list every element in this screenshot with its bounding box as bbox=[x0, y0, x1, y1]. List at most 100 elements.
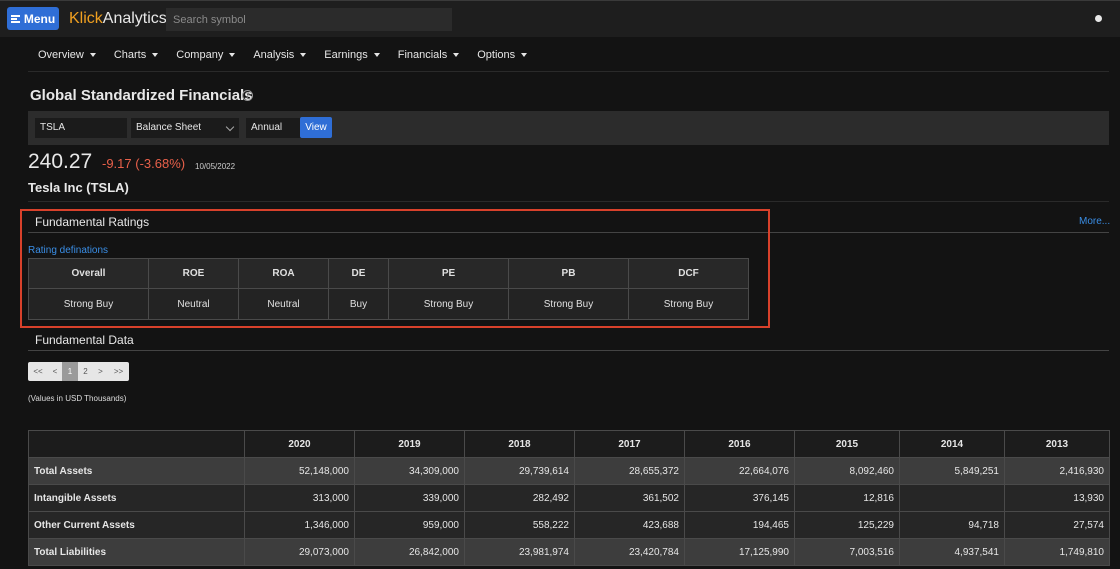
table-cell: 361,502 bbox=[574, 484, 685, 512]
row-label: Intangible Assets bbox=[28, 484, 245, 512]
table-cell: 17,125,990 bbox=[684, 538, 795, 566]
price-change: -9.17 (-3.68%) bbox=[102, 156, 186, 171]
table-cell: 4,937,541 bbox=[899, 538, 1005, 566]
page-prev-button[interactable]: < bbox=[48, 362, 62, 381]
table-cell: 2,416,930 bbox=[1004, 457, 1110, 485]
caret-down-icon bbox=[89, 53, 96, 57]
table-cell: 26,842,000 bbox=[354, 538, 465, 566]
table-cell: 13,930 bbox=[1004, 484, 1110, 512]
row-label: Other Current Assets bbox=[28, 511, 245, 539]
table-cell: 5,849,251 bbox=[899, 457, 1005, 485]
nav-label: Company bbox=[176, 49, 224, 61]
page-first-button[interactable]: << bbox=[28, 362, 48, 381]
row-label: Total Assets bbox=[28, 457, 245, 485]
nav-company[interactable]: Company bbox=[176, 49, 236, 61]
caret-down-icon bbox=[453, 53, 460, 57]
period-select-value: Annual bbox=[251, 122, 283, 133]
nav-label: Overview bbox=[38, 49, 84, 61]
brand-part-2: Analytics bbox=[102, 10, 167, 27]
table-cell: 1,749,810 bbox=[1004, 538, 1110, 566]
nav-label: Earnings bbox=[324, 49, 368, 61]
table-header-cell: 2014 bbox=[899, 430, 1005, 458]
page-1-button[interactable]: 1 bbox=[62, 362, 78, 381]
view-button[interactable]: View bbox=[300, 117, 332, 138]
nav-options[interactable]: Options bbox=[477, 49, 528, 61]
nav-label: Options bbox=[477, 49, 516, 61]
table-header-cell bbox=[28, 430, 245, 458]
brand-logo[interactable]: KlickAnalytics bbox=[69, 10, 167, 28]
statement-select[interactable]: Balance Sheet bbox=[131, 118, 239, 138]
row-label: Total Liabilities bbox=[28, 538, 245, 566]
table-header-cell: 2015 bbox=[794, 430, 900, 458]
table-cell bbox=[899, 484, 1005, 512]
table-cell: 94,718 bbox=[899, 511, 1005, 539]
table-cell: 7,003,516 bbox=[794, 538, 900, 566]
table-header-row: 2020 2019 2018 2017 2016 2015 2014 2013 bbox=[28, 430, 1110, 458]
units-note: (Values in USD Thousands) bbox=[28, 394, 127, 403]
table-header-cell: 2018 bbox=[464, 430, 575, 458]
pagination: << < 1 2 > >> bbox=[28, 362, 129, 381]
user-dot-icon[interactable] bbox=[1095, 15, 1102, 22]
help-icon[interactable]: ? bbox=[242, 90, 253, 101]
caret-down-icon bbox=[152, 53, 159, 57]
table-cell: 423,688 bbox=[574, 511, 685, 539]
nav-financials[interactable]: Financials bbox=[398, 49, 460, 61]
nav-charts[interactable]: Charts bbox=[113, 49, 159, 61]
symbol-input[interactable]: TSLA bbox=[35, 118, 127, 138]
menu-button-label: Menu bbox=[23, 11, 56, 26]
stock-price: 240.27 bbox=[28, 150, 93, 173]
table-cell: 558,222 bbox=[464, 511, 575, 539]
table-cell: 1,346,000 bbox=[244, 511, 355, 539]
more-link[interactable]: More... bbox=[1079, 216, 1110, 227]
nav-label: Analysis bbox=[253, 49, 295, 61]
highlight-box bbox=[20, 209, 770, 328]
fundamental-data-table: 2020 2019 2018 2017 2016 2015 2014 2013 … bbox=[28, 430, 1110, 566]
top-bar: Menu KlickAnalytics bbox=[0, 0, 1120, 37]
divider bbox=[28, 350, 1109, 351]
table-row: Total Assets 52,148,000 34,309,000 29,73… bbox=[28, 457, 1110, 485]
table-cell: 23,981,974 bbox=[464, 538, 575, 566]
brand-part-1: Klick bbox=[69, 10, 103, 27]
table-cell: 34,309,000 bbox=[354, 457, 465, 485]
table-row: Other Current Assets 1,346,000 959,000 5… bbox=[28, 511, 1110, 539]
table-cell: 52,148,000 bbox=[244, 457, 355, 485]
chevron-down-icon bbox=[225, 122, 235, 132]
table-cell: 194,465 bbox=[684, 511, 795, 539]
hamburger-icon bbox=[10, 14, 20, 23]
caret-down-icon bbox=[521, 53, 528, 57]
table-cell: 125,229 bbox=[794, 511, 900, 539]
caret-down-icon bbox=[373, 53, 380, 57]
nav-earnings[interactable]: Earnings bbox=[324, 49, 380, 61]
nav-overview[interactable]: Overview bbox=[38, 49, 96, 61]
filter-bar: TSLA Balance Sheet Annual View bbox=[28, 111, 1109, 145]
divider bbox=[28, 201, 1109, 202]
table-header-cell: 2020 bbox=[244, 430, 355, 458]
page-next-button[interactable]: > bbox=[93, 362, 108, 381]
table-cell: 282,492 bbox=[464, 484, 575, 512]
table-cell: 959,000 bbox=[354, 511, 465, 539]
nav-label: Charts bbox=[113, 49, 147, 61]
table-cell: 313,000 bbox=[244, 484, 355, 512]
page-2-button[interactable]: 2 bbox=[78, 362, 93, 381]
caret-down-icon bbox=[300, 53, 307, 57]
table-cell: 28,655,372 bbox=[574, 457, 685, 485]
page-last-button[interactable]: >> bbox=[108, 362, 129, 381]
nav-analysis[interactable]: Analysis bbox=[253, 49, 307, 61]
table-cell: 12,816 bbox=[794, 484, 900, 512]
table-header-cell: 2017 bbox=[574, 430, 685, 458]
menu-button[interactable]: Menu bbox=[7, 7, 59, 30]
divider bbox=[28, 71, 1109, 72]
nav-label: Financials bbox=[397, 49, 448, 61]
table-cell: 8,092,460 bbox=[794, 457, 900, 485]
table-cell: 29,073,000 bbox=[244, 538, 355, 566]
table-cell: 29,739,614 bbox=[464, 457, 575, 485]
quote-date: 10/05/2022 bbox=[195, 162, 236, 171]
table-header-cell: 2013 bbox=[1004, 430, 1110, 458]
search-input[interactable] bbox=[166, 8, 452, 31]
table-row: Total Liabilities 29,073,000 26,842,000 … bbox=[28, 538, 1110, 566]
company-name: Tesla Inc (TSLA) bbox=[28, 180, 129, 195]
table-cell: 22,664,076 bbox=[684, 457, 795, 485]
main-nav: Overview Charts Company Analysis Earning… bbox=[38, 49, 545, 61]
table-cell: 376,145 bbox=[684, 484, 795, 512]
page-title: Global Standardized Financials bbox=[30, 87, 253, 104]
